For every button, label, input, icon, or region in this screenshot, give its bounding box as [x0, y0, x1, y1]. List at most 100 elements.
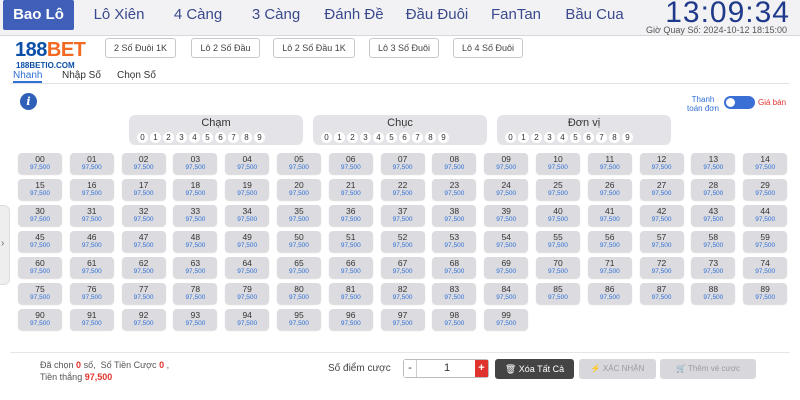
number-cell[interactable]: 47 97,500 [121, 231, 166, 252]
number-cell[interactable]: 16 97,500 [69, 179, 114, 200]
number-cell[interactable]: 58 97,500 [691, 231, 736, 252]
subtab-lo-2-so-dau-1k[interactable]: Lô 2 Số Đầu 1K [273, 38, 355, 58]
number-cell[interactable]: 70 97,500 [535, 257, 580, 278]
digit-chip[interactable]: 0 [321, 132, 332, 143]
number-cell[interactable]: 24 97,500 [484, 179, 529, 200]
number-cell[interactable]: 32 97,500 [121, 205, 166, 226]
number-cell[interactable]: 14 97,500 [743, 153, 788, 174]
number-cell[interactable]: 63 97,500 [173, 257, 218, 278]
number-cell[interactable]: 23 97,500 [432, 179, 477, 200]
number-cell[interactable]: 21 97,500 [328, 179, 373, 200]
digit-chip[interactable]: 6 [583, 132, 594, 143]
info-icon[interactable]: i [20, 93, 37, 110]
number-cell[interactable]: 33 97,500 [173, 205, 218, 226]
subtab-lo-2-so-dau[interactable]: Lô 2 Số Đầu [191, 38, 260, 58]
number-cell[interactable]: 71 97,500 [587, 257, 632, 278]
number-cell[interactable]: 06 97,500 [328, 153, 373, 174]
number-cell[interactable]: 26 97,500 [587, 179, 632, 200]
number-cell[interactable]: 30 97,500 [18, 205, 62, 226]
clear-all-button[interactable]: 🗑 Xóa Tất Cả [495, 359, 574, 379]
digit-chip[interactable]: 7 [596, 132, 607, 143]
number-cell[interactable]: 66 97,500 [328, 257, 373, 278]
number-cell[interactable]: 78 97,500 [173, 283, 218, 304]
digit-chip[interactable]: 9 [254, 132, 265, 143]
tab-bao-lo[interactable]: Bao Lô [3, 0, 74, 30]
number-cell[interactable]: 04 97,500 [225, 153, 270, 174]
number-cell[interactable]: 44 97,500 [743, 205, 788, 226]
number-cell[interactable]: 77 97,500 [121, 283, 166, 304]
number-cell[interactable]: 48 97,500 [173, 231, 218, 252]
number-cell[interactable]: 38 97,500 [432, 205, 477, 226]
number-cell[interactable]: 01 97,500 [69, 153, 114, 174]
number-cell[interactable]: 80 97,500 [276, 283, 321, 304]
digit-chip[interactable]: 9 [622, 132, 633, 143]
digit-chip[interactable]: 4 [557, 132, 568, 143]
decrement-button[interactable]: - [404, 360, 417, 377]
number-cell[interactable]: 37 97,500 [380, 205, 425, 226]
tab-dau-duoi[interactable]: Đầu Đuôi [398, 0, 476, 30]
number-cell[interactable]: 99 97,500 [484, 309, 529, 330]
number-cell[interactable]: 61 97,500 [69, 257, 114, 278]
number-cell[interactable]: 25 97,500 [535, 179, 580, 200]
digit-chip[interactable]: 2 [347, 132, 358, 143]
digit-chip[interactable]: 2 [163, 132, 174, 143]
number-cell[interactable]: 76 97,500 [69, 283, 114, 304]
mode-tab-nhap-so[interactable]: Nhập Số [62, 70, 101, 81]
number-cell[interactable]: 03 97,500 [173, 153, 218, 174]
number-cell[interactable]: 81 97,500 [328, 283, 373, 304]
number-cell[interactable]: 49 97,500 [225, 231, 270, 252]
number-cell[interactable]: 08 97,500 [432, 153, 477, 174]
tab-bau-cua[interactable]: Bầu Cua [557, 0, 632, 30]
mode-tab-nhanh[interactable]: Nhanh [13, 70, 43, 83]
number-cell[interactable]: 41 97,500 [587, 205, 632, 226]
digit-chip[interactable]: 4 [189, 132, 200, 143]
number-cell[interactable]: 67 97,500 [380, 257, 425, 278]
number-cell[interactable]: 86 97,500 [587, 283, 632, 304]
number-cell[interactable]: 51 97,500 [328, 231, 373, 252]
number-cell[interactable]: 05 97,500 [276, 153, 321, 174]
number-cell[interactable]: 87 97,500 [639, 283, 684, 304]
digit-chip[interactable]: 3 [544, 132, 555, 143]
digit-chip[interactable]: 3 [360, 132, 371, 143]
number-cell[interactable]: 15 97,500 [18, 179, 62, 200]
number-cell[interactable]: 50 97,500 [276, 231, 321, 252]
tab-4-cang[interactable]: 4 Càng [162, 0, 234, 30]
digit-chip[interactable]: 0 [137, 132, 148, 143]
number-cell[interactable]: 40 97,500 [535, 205, 580, 226]
digit-chip[interactable]: 5 [386, 132, 397, 143]
number-cell[interactable]: 11 97,500 [587, 153, 632, 174]
number-cell[interactable]: 83 97,500 [432, 283, 477, 304]
digit-chip[interactable]: 5 [570, 132, 581, 143]
number-cell[interactable]: 18 97,500 [173, 179, 218, 200]
digit-chip[interactable]: 4 [373, 132, 384, 143]
number-cell[interactable]: 42 97,500 [639, 205, 684, 226]
add-ticket-button[interactable]: 🛒 Thêm vé cược [660, 359, 756, 379]
number-cell[interactable]: 75 97,500 [18, 283, 62, 304]
subtab-lo-3-so-duoi[interactable]: Lô 3 Số Đuôi [369, 38, 439, 58]
number-cell[interactable]: 43 97,500 [691, 205, 736, 226]
number-cell[interactable]: 55 97,500 [535, 231, 580, 252]
number-cell[interactable]: 88 97,500 [691, 283, 736, 304]
digit-chip[interactable]: 8 [241, 132, 252, 143]
number-cell[interactable]: 39 97,500 [484, 205, 529, 226]
digit-chip[interactable]: 8 [609, 132, 620, 143]
number-cell[interactable]: 68 97,500 [432, 257, 477, 278]
number-cell[interactable]: 27 97,500 [639, 179, 684, 200]
number-cell[interactable]: 35 97,500 [276, 205, 321, 226]
tab-fantan[interactable]: FanTan [483, 0, 549, 30]
number-cell[interactable]: 54 97,500 [484, 231, 529, 252]
number-cell[interactable]: 69 97,500 [484, 257, 529, 278]
number-cell[interactable]: 72 97,500 [639, 257, 684, 278]
number-cell[interactable]: 29 97,500 [743, 179, 788, 200]
number-cell[interactable]: 34 97,500 [225, 205, 270, 226]
number-cell[interactable]: 45 97,500 [18, 231, 62, 252]
number-cell[interactable]: 96 97,500 [328, 309, 373, 330]
number-cell[interactable]: 36 97,500 [328, 205, 373, 226]
number-cell[interactable]: 85 97,500 [535, 283, 580, 304]
number-cell[interactable]: 17 97,500 [121, 179, 166, 200]
increment-button[interactable]: + [475, 360, 488, 377]
digit-chip[interactable]: 9 [438, 132, 449, 143]
digit-chip[interactable]: 6 [215, 132, 226, 143]
subtab-2-so-duoi-1k[interactable]: 2 Số Đuôi 1K [105, 38, 176, 58]
confirm-button[interactable]: ⚡ XÁC NHẬN [579, 359, 656, 379]
